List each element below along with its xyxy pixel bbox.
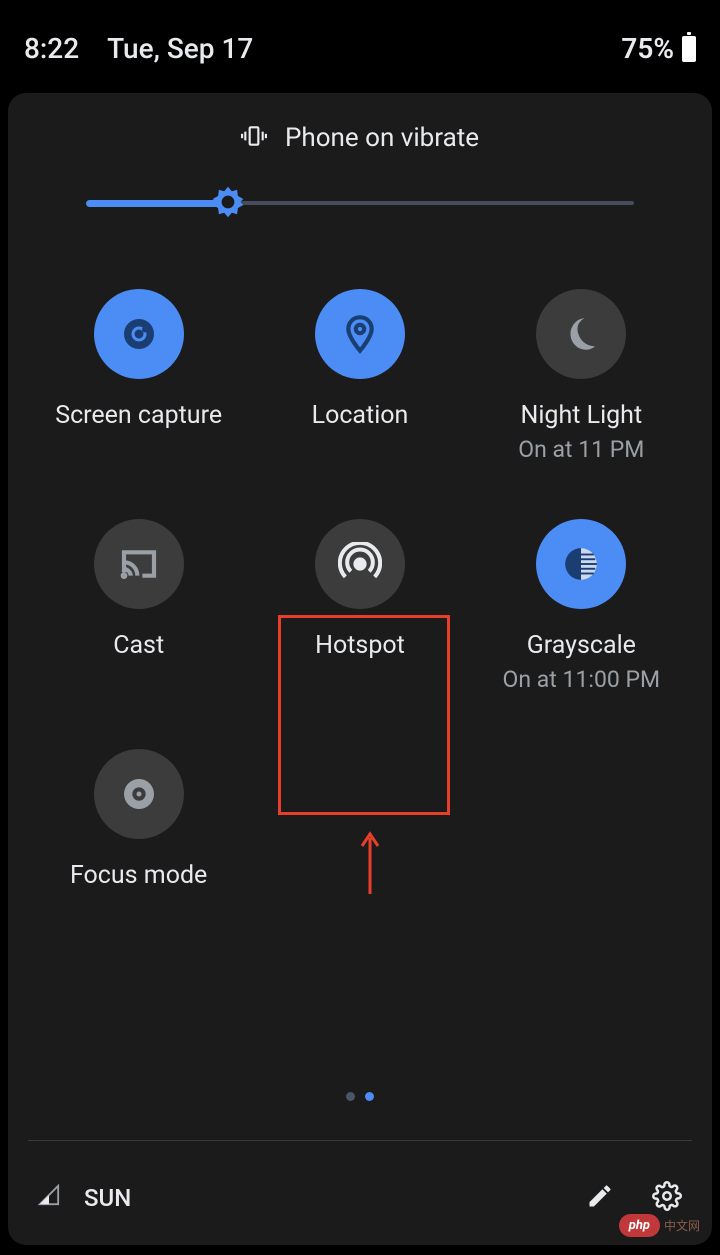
- ringer-mode-row[interactable]: Phone on vibrate: [8, 123, 712, 153]
- location-icon: [315, 289, 405, 379]
- grayscale-icon: [536, 519, 626, 609]
- ringer-mode-label: Phone on vibrate: [285, 123, 479, 153]
- page-dot: [346, 1092, 355, 1101]
- watermark-logo: php: [619, 1214, 660, 1237]
- page-indicator: [8, 1092, 712, 1101]
- tile-label: Focus mode: [70, 861, 207, 890]
- edit-button[interactable]: [586, 1182, 614, 1214]
- annotation-highlight-box: [278, 615, 450, 815]
- cast-icon: [94, 519, 184, 609]
- slider-thumb[interactable]: [211, 185, 245, 219]
- tile-location[interactable]: Location: [249, 289, 470, 463]
- tile-label: Grayscale: [527, 631, 636, 660]
- status-left: 8:22 Tue, Sep 17: [24, 32, 253, 65]
- carrier-label: SUN: [84, 1184, 131, 1212]
- tile-label: Screen capture: [55, 401, 222, 430]
- signal-icon: [38, 1184, 60, 1212]
- page-dot-active: [365, 1092, 374, 1101]
- status-date: Tue, Sep 17: [107, 32, 253, 65]
- tile-focus-mode[interactable]: Focus mode: [28, 749, 249, 890]
- tile-label: Night Light: [521, 401, 643, 430]
- status-bar: 8:22 Tue, Sep 17 75%: [0, 0, 720, 85]
- footer-bar: SUN: [38, 1181, 682, 1215]
- moon-icon: [536, 289, 626, 379]
- footer-actions: [586, 1181, 682, 1215]
- watermark: php 中文网: [619, 1214, 700, 1237]
- watermark-text: 中文网: [664, 1217, 700, 1234]
- vibrate-icon: [241, 123, 267, 153]
- battery-percent: 75%: [621, 32, 674, 65]
- slider-track-inactive: [228, 201, 634, 205]
- tile-sublabel: On at 11:00 PM: [503, 666, 661, 693]
- tile-night-light[interactable]: Night Light On at 11 PM: [471, 289, 692, 463]
- status-time: 8:22: [24, 32, 79, 65]
- annotation-arrow-up-icon: [358, 828, 382, 902]
- slider-track-active: [86, 200, 228, 207]
- camera-icon: [94, 289, 184, 379]
- tile-label: Cast: [113, 631, 164, 660]
- tile-screen-capture[interactable]: Screen capture: [28, 289, 249, 463]
- tile-label: Location: [312, 401, 409, 430]
- divider: [28, 1140, 692, 1141]
- brightness-slider[interactable]: [86, 189, 634, 217]
- hotspot-icon: [315, 519, 405, 609]
- tile-sublabel: On at 11 PM: [518, 436, 644, 463]
- carrier-info: SUN: [38, 1184, 131, 1212]
- battery-icon: [682, 36, 696, 62]
- tile-cast[interactable]: Cast: [28, 519, 249, 693]
- quick-settings-panel: Phone on vibrate Screen capture: [8, 93, 712, 1245]
- focus-icon: [94, 749, 184, 839]
- settings-button[interactable]: [652, 1181, 682, 1215]
- tile-grayscale[interactable]: Grayscale On at 11:00 PM: [471, 519, 692, 693]
- status-right: 75%: [621, 32, 696, 65]
